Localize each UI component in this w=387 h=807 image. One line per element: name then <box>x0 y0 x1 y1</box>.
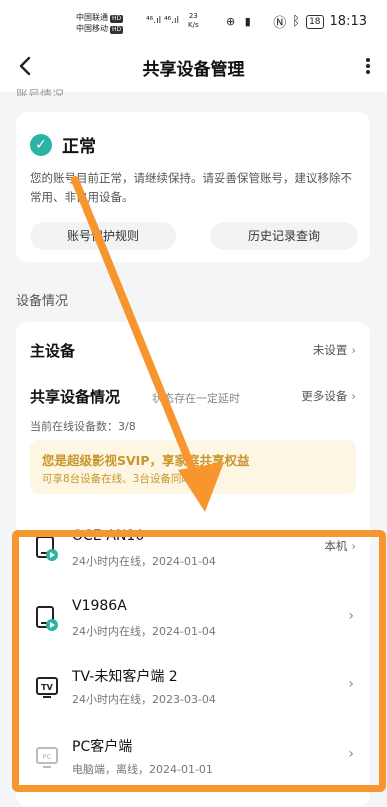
speed-value: 23 <box>188 12 198 20</box>
bluetooth-icon: ᛒ <box>292 14 301 29</box>
carrier-1: 中国联通 <box>76 13 108 22</box>
primary-device-value: 未设置 › <box>313 342 356 358</box>
status-right: Ⓝ ᛒ 18 18:13 <box>273 12 367 31</box>
chevron-right-icon: › <box>348 746 354 762</box>
primary-device-label: 主设备 <box>30 342 76 360</box>
status-icons: ⊕ ▮ <box>226 15 251 28</box>
signal-icon: ⁴⁶.ıl ⁴⁶.ıl <box>146 16 180 26</box>
more-devices-label: 更多设备 <box>301 389 348 403</box>
account-description: 您的账号目前正常，请继续保持。请妥善保管账号，建议移除不常用、非自用设备。 <box>30 171 352 204</box>
shared-devices-label: 共享设备情况 <box>30 388 121 406</box>
account-section-label: 账号情况 <box>16 88 65 96</box>
device-meta: 24小时内在线，2024-01-04 <box>72 555 216 568</box>
primary-device-status: 未设置 <box>312 343 348 357</box>
tablet-play-icon <box>36 606 58 632</box>
account-status: ✓ 正常 <box>30 132 96 157</box>
navigation-bar: 共享设备管理 <box>0 42 387 92</box>
notification-icon: ▮ <box>244 15 251 28</box>
devices-section-label: 设备情况 <box>16 294 69 309</box>
chevron-right-icon: › <box>351 539 356 553</box>
globe-icon: ⊕ <box>226 15 236 28</box>
svg-text:PC: PC <box>42 753 51 761</box>
account-rules-button[interactable]: 账号保护规则 <box>30 222 176 250</box>
carrier-info: 中国联通 HD 中国移动 HD <box>76 12 124 34</box>
tablet-play-icon <box>36 536 58 562</box>
more-icon[interactable] <box>365 52 371 87</box>
device-tag: 本机 › <box>324 538 356 554</box>
device-item[interactable]: V1986A 24小时内在线，2024-01-04 › <box>16 590 370 654</box>
status-bar: 中国联通 HD 中国移动 HD ⁴⁶.ıl ⁴⁶.ıl 23 K/s ⊕ ▮ Ⓝ ᛒ… <box>0 0 387 42</box>
chevron-right-icon: › <box>348 676 354 692</box>
page-title: 共享设备管理 <box>142 60 245 80</box>
check-icon: ✓ <box>30 133 52 156</box>
device-item[interactable]: PC PC客户端 电脑端，离线，2024-01-01 › <box>16 728 370 792</box>
chevron-right-icon: › <box>348 608 354 624</box>
pc-icon: PC <box>36 744 58 770</box>
shared-devices-note: 状态存在一定延时 <box>152 392 240 405</box>
speed-unit: K/s <box>188 21 199 29</box>
current-device-tag: 本机 <box>324 539 348 553</box>
chevron-right-icon: › <box>351 389 356 403</box>
device-name: V1986A <box>72 598 127 614</box>
device-item[interactable]: TV TV-未知客户端 2 24小时内在线，2023-03-04 › <box>16 658 370 722</box>
shared-devices-row: 共享设备情况 状态存在一定延时 更多设备 › <box>30 386 356 408</box>
device-name: PC客户端 <box>72 739 133 755</box>
vip-subtitle: 可享8台设备在线、3台设备同时播放 <box>42 473 213 485</box>
online-device-count: 当前在线设备数：3/8 <box>30 420 136 433</box>
vip-title: 您是超级影视SVIP，享家庭共享权益 <box>42 453 250 468</box>
tv-icon: TV <box>36 674 58 700</box>
network-speed: 23 K/s <box>188 12 199 30</box>
device-meta: 24小时内在线，2024-01-04 <box>72 625 216 638</box>
account-status-card: ✓ 正常 您的账号目前正常，请继续保持。请妥善保管账号，建议移除不常用、非自用设… <box>16 112 370 262</box>
carrier-2: 中国移动 <box>76 24 108 33</box>
vip-banner: 您是超级影视SVIP，享家庭共享权益 可享8台设备在线、3台设备同时播放 <box>30 440 356 494</box>
account-status-text: 正常 <box>62 137 96 157</box>
device-item[interactable]: OCE-AN10 24小时内在线，2024-01-04 本机 › <box>16 520 370 584</box>
clock: 18:13 <box>329 14 367 29</box>
devices-card: 主设备 未设置 › 共享设备情况 状态存在一定延时 更多设备 › 当前在线设备数：3… <box>16 322 370 807</box>
more-devices-link[interactable]: 更多设备 › <box>301 388 356 404</box>
svg-text:TV: TV <box>41 683 53 692</box>
chevron-right-icon: › <box>351 343 356 357</box>
hd-badge: HD <box>110 15 124 23</box>
primary-device-row[interactable]: 主设备 未设置 › <box>30 340 356 362</box>
device-meta: 24小时内在线，2023-03-04 <box>72 693 216 706</box>
battery-icon: 18 <box>306 14 324 29</box>
nfc-icon: Ⓝ <box>273 16 287 31</box>
device-name: OCE-AN10 <box>72 528 145 544</box>
device-meta: 电脑端，离线，2024-01-01 <box>72 763 213 776</box>
device-name: TV-未知客户端 2 <box>72 669 178 685</box>
hd-badge: HD <box>110 26 124 34</box>
history-query-button[interactable]: 历史记录查询 <box>210 222 358 250</box>
